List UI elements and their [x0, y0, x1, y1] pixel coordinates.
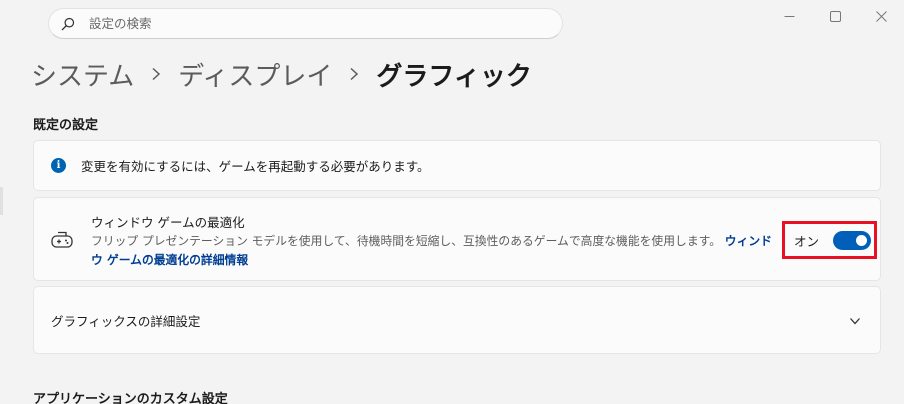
section-title-app-custom: アプリケーションのカスタム設定: [33, 392, 228, 404]
info-icon: i: [51, 158, 66, 173]
window-game-optimization-title: ウィンドウ ゲームの最適化: [91, 215, 245, 230]
advanced-graphics-settings-label: グラフィックスの詳細設定: [51, 313, 201, 329]
search-input[interactable]: [89, 16, 529, 31]
breadcrumb: システム ディスプレイ グラフィック: [31, 56, 532, 92]
close-button[interactable]: [858, 0, 904, 32]
search-icon: [61, 17, 75, 30]
window-controls: [766, 0, 904, 32]
window-game-optimization-card: ウィンドウ ゲームの最適化 フリップ プレゼンテーション モデルを使用して、待機…: [33, 197, 881, 281]
chevron-down-icon: [850, 318, 860, 325]
info-text: 変更を有効にするには、ゲームを再起動する必要があります。: [81, 159, 430, 174]
maximize-icon: [829, 10, 841, 22]
description-text: フリップ プレゼンテーション モデルを使用して、待機時間を短縮し、互換性のあるゲ…: [91, 234, 722, 248]
search-box[interactable]: [48, 8, 563, 39]
maximize-button[interactable]: [812, 0, 858, 32]
toggle-knob: [856, 234, 868, 246]
minimize-button[interactable]: [766, 0, 812, 32]
breadcrumb-system[interactable]: システム: [31, 56, 134, 93]
section-title-default: 既定の設定: [33, 118, 99, 133]
toggle-label: オン: [794, 233, 820, 249]
minimize-icon: [784, 15, 794, 17]
breadcrumb-display[interactable]: ディスプレイ: [178, 56, 332, 93]
chevron-right-icon: [332, 67, 376, 81]
info-card: i 変更を有効にするには、ゲームを再起動する必要があります。: [33, 140, 881, 191]
highlight-box: オン: [782, 221, 877, 259]
window-left-edge: [0, 187, 3, 215]
breadcrumb-graphics: グラフィック: [376, 61, 532, 92]
advanced-graphics-settings-card[interactable]: グラフィックスの詳細設定: [33, 286, 881, 354]
window-game-optimization-toggle[interactable]: [833, 230, 872, 250]
close-icon: [875, 10, 887, 22]
chevron-right-icon: [134, 67, 178, 81]
gamepad-icon: [51, 231, 73, 248]
settings-window: システム ディスプレイ グラフィック 既定の設定 i 変更を有効にするには、ゲー…: [0, 0, 904, 404]
window-game-optimization-description: フリップ プレゼンテーション モデルを使用して、待機時間を短縮し、互換性のあるゲ…: [91, 232, 781, 270]
